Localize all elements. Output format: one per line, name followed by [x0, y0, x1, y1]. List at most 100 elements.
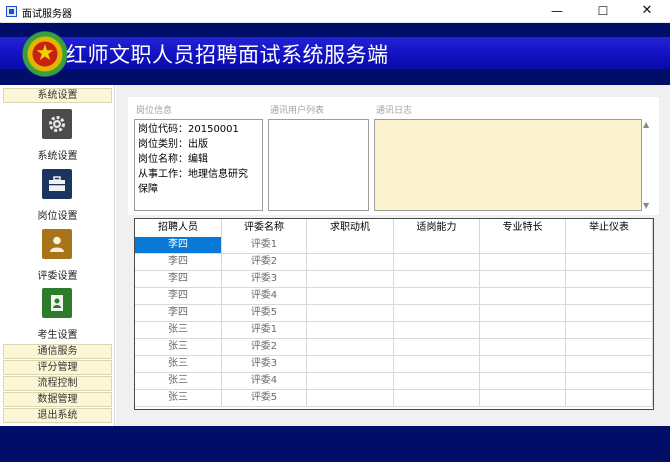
table-cell[interactable]: [566, 254, 653, 270]
sidebar-item-exit-system[interactable]: 退出系统: [3, 408, 112, 423]
table-cell[interactable]: [307, 288, 394, 304]
table-cell[interactable]: [566, 271, 653, 287]
table-cell[interactable]: [566, 322, 653, 338]
table-cell[interactable]: [566, 237, 653, 253]
sidebar-tool-system-settings[interactable]: 系统设置: [0, 109, 115, 167]
table-cell[interactable]: [480, 237, 566, 253]
table-cell[interactable]: [480, 305, 566, 321]
table-cell[interactable]: [307, 322, 394, 338]
position-info-box[interactable]: 岗位代码：20150001 岗位类别：出版 岗位名称：编辑 从事工作：地理信息研…: [134, 119, 263, 211]
table-row[interactable]: 张三 评委2: [135, 339, 653, 356]
table-cell[interactable]: 评委4: [222, 373, 307, 389]
sidebar-tool-position-settings[interactable]: 岗位设置: [0, 169, 115, 227]
column-header-specialty[interactable]: 专业特长: [480, 219, 566, 237]
table-cell[interactable]: [394, 339, 480, 355]
table-cell[interactable]: 张三: [135, 339, 222, 355]
window-title-bar[interactable]: 面试服务器 — ☐ ✕: [0, 0, 670, 23]
table-row[interactable]: 李四 评委1: [135, 237, 653, 254]
table-cell[interactable]: 李四: [135, 237, 222, 253]
table-cell[interactable]: [394, 356, 480, 372]
sidebar-section-system-settings[interactable]: 系统设置: [3, 88, 112, 103]
table-cell[interactable]: 评委1: [222, 237, 307, 253]
table-cell[interactable]: 张三: [135, 322, 222, 338]
table-cell[interactable]: [394, 373, 480, 389]
table-row[interactable]: 张三 评委4: [135, 373, 653, 390]
table-cell[interactable]: 评委1: [222, 322, 307, 338]
sidebar-tool-candidate-settings[interactable]: 考生设置: [0, 288, 115, 346]
table-cell[interactable]: 张三: [135, 390, 222, 406]
table-cell[interactable]: [480, 356, 566, 372]
info-line: 岗位名称：编辑: [138, 154, 208, 165]
table-cell[interactable]: 李四: [135, 254, 222, 270]
table-cell[interactable]: 评委3: [222, 356, 307, 372]
table-cell[interactable]: [480, 271, 566, 287]
table-cell[interactable]: 李四: [135, 271, 222, 287]
table-cell[interactable]: [307, 271, 394, 287]
column-header-applicant[interactable]: 招聘人员: [135, 219, 222, 237]
table-cell[interactable]: 李四: [135, 305, 222, 321]
info-line: 岗位类别：出版: [138, 139, 208, 150]
table-cell[interactable]: [307, 254, 394, 270]
emblem-icon: ★: [22, 31, 68, 77]
comm-log-box[interactable]: [374, 119, 642, 211]
table-cell[interactable]: [307, 305, 394, 321]
table-cell[interactable]: [394, 322, 480, 338]
table-row[interactable]: 李四 评委2: [135, 254, 653, 271]
score-table: 招聘人员 评委名称 求职动机 适岗能力 专业特长 举止仪表 李四 评委1 李四 评委2…: [134, 218, 654, 410]
table-cell[interactable]: [307, 356, 394, 372]
column-header-motivation[interactable]: 求职动机: [307, 219, 394, 237]
sidebar-item-communication-service[interactable]: 通信服务: [3, 344, 112, 359]
table-cell[interactable]: [566, 356, 653, 372]
table-cell[interactable]: 评委2: [222, 339, 307, 355]
table-cell[interactable]: [394, 254, 480, 270]
table-cell[interactable]: [480, 390, 566, 406]
table-cell[interactable]: [394, 288, 480, 304]
table-row[interactable]: 张三 评委1: [135, 322, 653, 339]
comm-log-label: 通讯日志: [376, 106, 413, 116]
table-cell[interactable]: 评委5: [222, 305, 307, 321]
column-header-manner[interactable]: 举止仪表: [566, 219, 653, 237]
sidebar-item-data-management[interactable]: 数据管理: [3, 392, 112, 407]
table-cell[interactable]: [480, 288, 566, 304]
table-row[interactable]: 张三 评委5: [135, 390, 653, 407]
column-header-fitness[interactable]: 适岗能力: [394, 219, 480, 237]
table-cell[interactable]: [307, 373, 394, 389]
table-cell[interactable]: 张三: [135, 356, 222, 372]
table-cell[interactable]: [566, 390, 653, 406]
table-cell[interactable]: [394, 237, 480, 253]
table-cell[interactable]: [307, 237, 394, 253]
table-cell[interactable]: 评委5: [222, 390, 307, 406]
table-cell[interactable]: [566, 288, 653, 304]
table-row[interactable]: 李四 评委5: [135, 305, 653, 322]
table-cell[interactable]: [394, 305, 480, 321]
table-cell[interactable]: [394, 390, 480, 406]
table-cell[interactable]: 评委2: [222, 254, 307, 270]
scroll-up-arrow-icon[interactable]: ▲: [643, 121, 649, 129]
sidebar-item-process-control[interactable]: 流程控制: [3, 376, 112, 391]
table-row[interactable]: 李四 评委3: [135, 271, 653, 288]
close-button[interactable]: ✕: [624, 0, 670, 22]
table-cell[interactable]: [480, 373, 566, 389]
table-cell[interactable]: [307, 390, 394, 406]
table-cell[interactable]: [307, 339, 394, 355]
table-row[interactable]: 李四 评委4: [135, 288, 653, 305]
table-cell[interactable]: [480, 339, 566, 355]
table-row[interactable]: 张三 评委3: [135, 356, 653, 373]
table-cell[interactable]: [394, 271, 480, 287]
table-cell[interactable]: [566, 373, 653, 389]
table-cell[interactable]: 李四: [135, 288, 222, 304]
minimize-button[interactable]: —: [534, 0, 580, 22]
scroll-down-arrow-icon[interactable]: ▼: [643, 202, 649, 210]
table-cell[interactable]: [480, 322, 566, 338]
table-cell[interactable]: 评委4: [222, 288, 307, 304]
column-header-judge[interactable]: 评委名称: [222, 219, 307, 237]
sidebar-tool-judge-settings[interactable]: 评委设置: [0, 229, 115, 287]
table-cell[interactable]: [480, 254, 566, 270]
table-cell[interactable]: [566, 305, 653, 321]
table-cell[interactable]: 张三: [135, 373, 222, 389]
table-cell[interactable]: [566, 339, 653, 355]
user-list-box[interactable]: [268, 119, 369, 211]
table-cell[interactable]: 评委3: [222, 271, 307, 287]
sidebar-item-score-management[interactable]: 评分管理: [3, 360, 112, 375]
maximize-button[interactable]: ☐: [580, 0, 626, 22]
